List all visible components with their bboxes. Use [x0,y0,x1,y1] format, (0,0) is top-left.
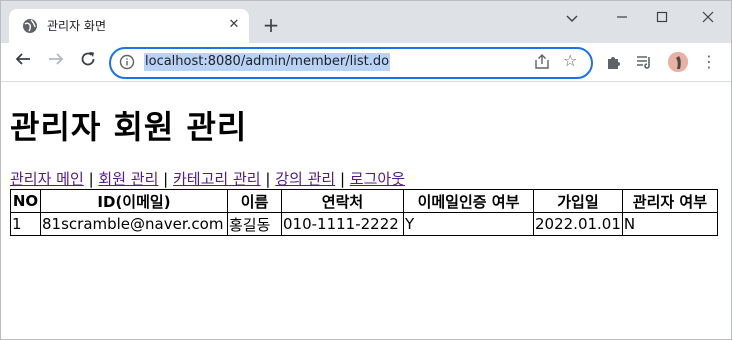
cell-is-admin: N [621,212,718,236]
table-header-row: NO ID(이메일) 이름 연락처 이메일인증 여부 가입일 관리자 여부 [10,189,718,213]
cell-join-date: 2022.01.01 [533,212,623,236]
close-window-icon[interactable] [693,9,723,29]
info-icon[interactable] [119,54,135,70]
nav-link-course-management[interactable]: 강의 관리 [275,170,335,188]
column-header-id: ID(이메일) [40,189,228,213]
nav-separator: | [163,170,169,188]
share-icon[interactable] [533,53,551,71]
url-text[interactable]: localhost:8080/admin/member/list.do [144,53,391,71]
tab-title: 관리자 화면 [47,19,107,33]
profile-avatar[interactable] [668,52,688,72]
maximize-icon[interactable] [647,9,677,29]
new-tab-icon[interactable]: + [260,14,282,36]
browser-toolbar: localhost:8080/admin/member/list.do ☆ ⋮ [1,43,731,82]
column-header-email-verified: 이메일인증 여부 [403,189,534,213]
page-title: 관리자 회원 관리 [10,108,248,146]
column-header-no: NO [10,189,41,213]
cell-no: 1 [10,212,41,236]
nav-separator: | [88,170,94,188]
address-bar[interactable]: localhost:8080/admin/member/list.do ☆ [109,47,593,79]
cell-contact: 010-1111-2222 [281,212,404,236]
reload-icon[interactable] [76,50,100,74]
admin-nav: 관리자 메인 | 회원 관리 | 카테고리 관리 | 강의 관리 | 로그아웃 [10,168,405,189]
extensions-puzzle-icon[interactable] [605,53,623,71]
minimize-icon[interactable] [607,9,637,29]
reading-list-icon[interactable] [635,53,653,71]
nav-link-category-management[interactable]: 카테고리 관리 [173,170,261,188]
member-table: NO ID(이메일) 이름 연락처 이메일인증 여부 가입일 관리자 여부 1 … [10,189,718,236]
globe-icon [23,19,37,33]
browser-window: 관리자 화면 ✕ + localhost:8080/admin/member/l… [0,0,732,340]
browser-tab[interactable]: 관리자 화면 ✕ [9,9,249,43]
nav-link-member-management[interactable]: 회원 관리 [98,170,158,188]
close-tab-icon[interactable]: ✕ [225,16,243,34]
page-content: 관리자 회원 관리 관리자 메인 | 회원 관리 | 카테고리 관리 | 강의 … [1,82,731,339]
column-header-contact: 연락처 [281,189,404,213]
cell-id: 81scramble@naver.com [40,212,228,236]
nav-link-admin-main[interactable]: 관리자 메인 [10,170,84,188]
back-arrow-icon[interactable] [11,50,35,74]
column-header-is-admin: 관리자 여부 [621,189,718,213]
cell-email-verified: Y [403,212,534,236]
forward-arrow-icon[interactable] [44,50,68,74]
cell-name: 홍길동 [227,212,282,236]
bookmark-star-icon[interactable]: ☆ [563,51,577,70]
nav-separator: | [339,170,346,188]
title-bar: 관리자 화면 ✕ + [1,1,731,43]
nav-separator: | [265,170,271,188]
more-menu-icon[interactable]: ⋮ [701,52,717,72]
column-header-name: 이름 [227,189,282,213]
table-row: 1 81scramble@naver.com 홍길동 010-1111-2222… [10,212,718,236]
tab-search-chevron-icon[interactable] [557,9,587,29]
column-header-join-date: 가입일 [533,189,623,213]
nav-link-logout[interactable]: 로그아웃 [350,170,405,188]
